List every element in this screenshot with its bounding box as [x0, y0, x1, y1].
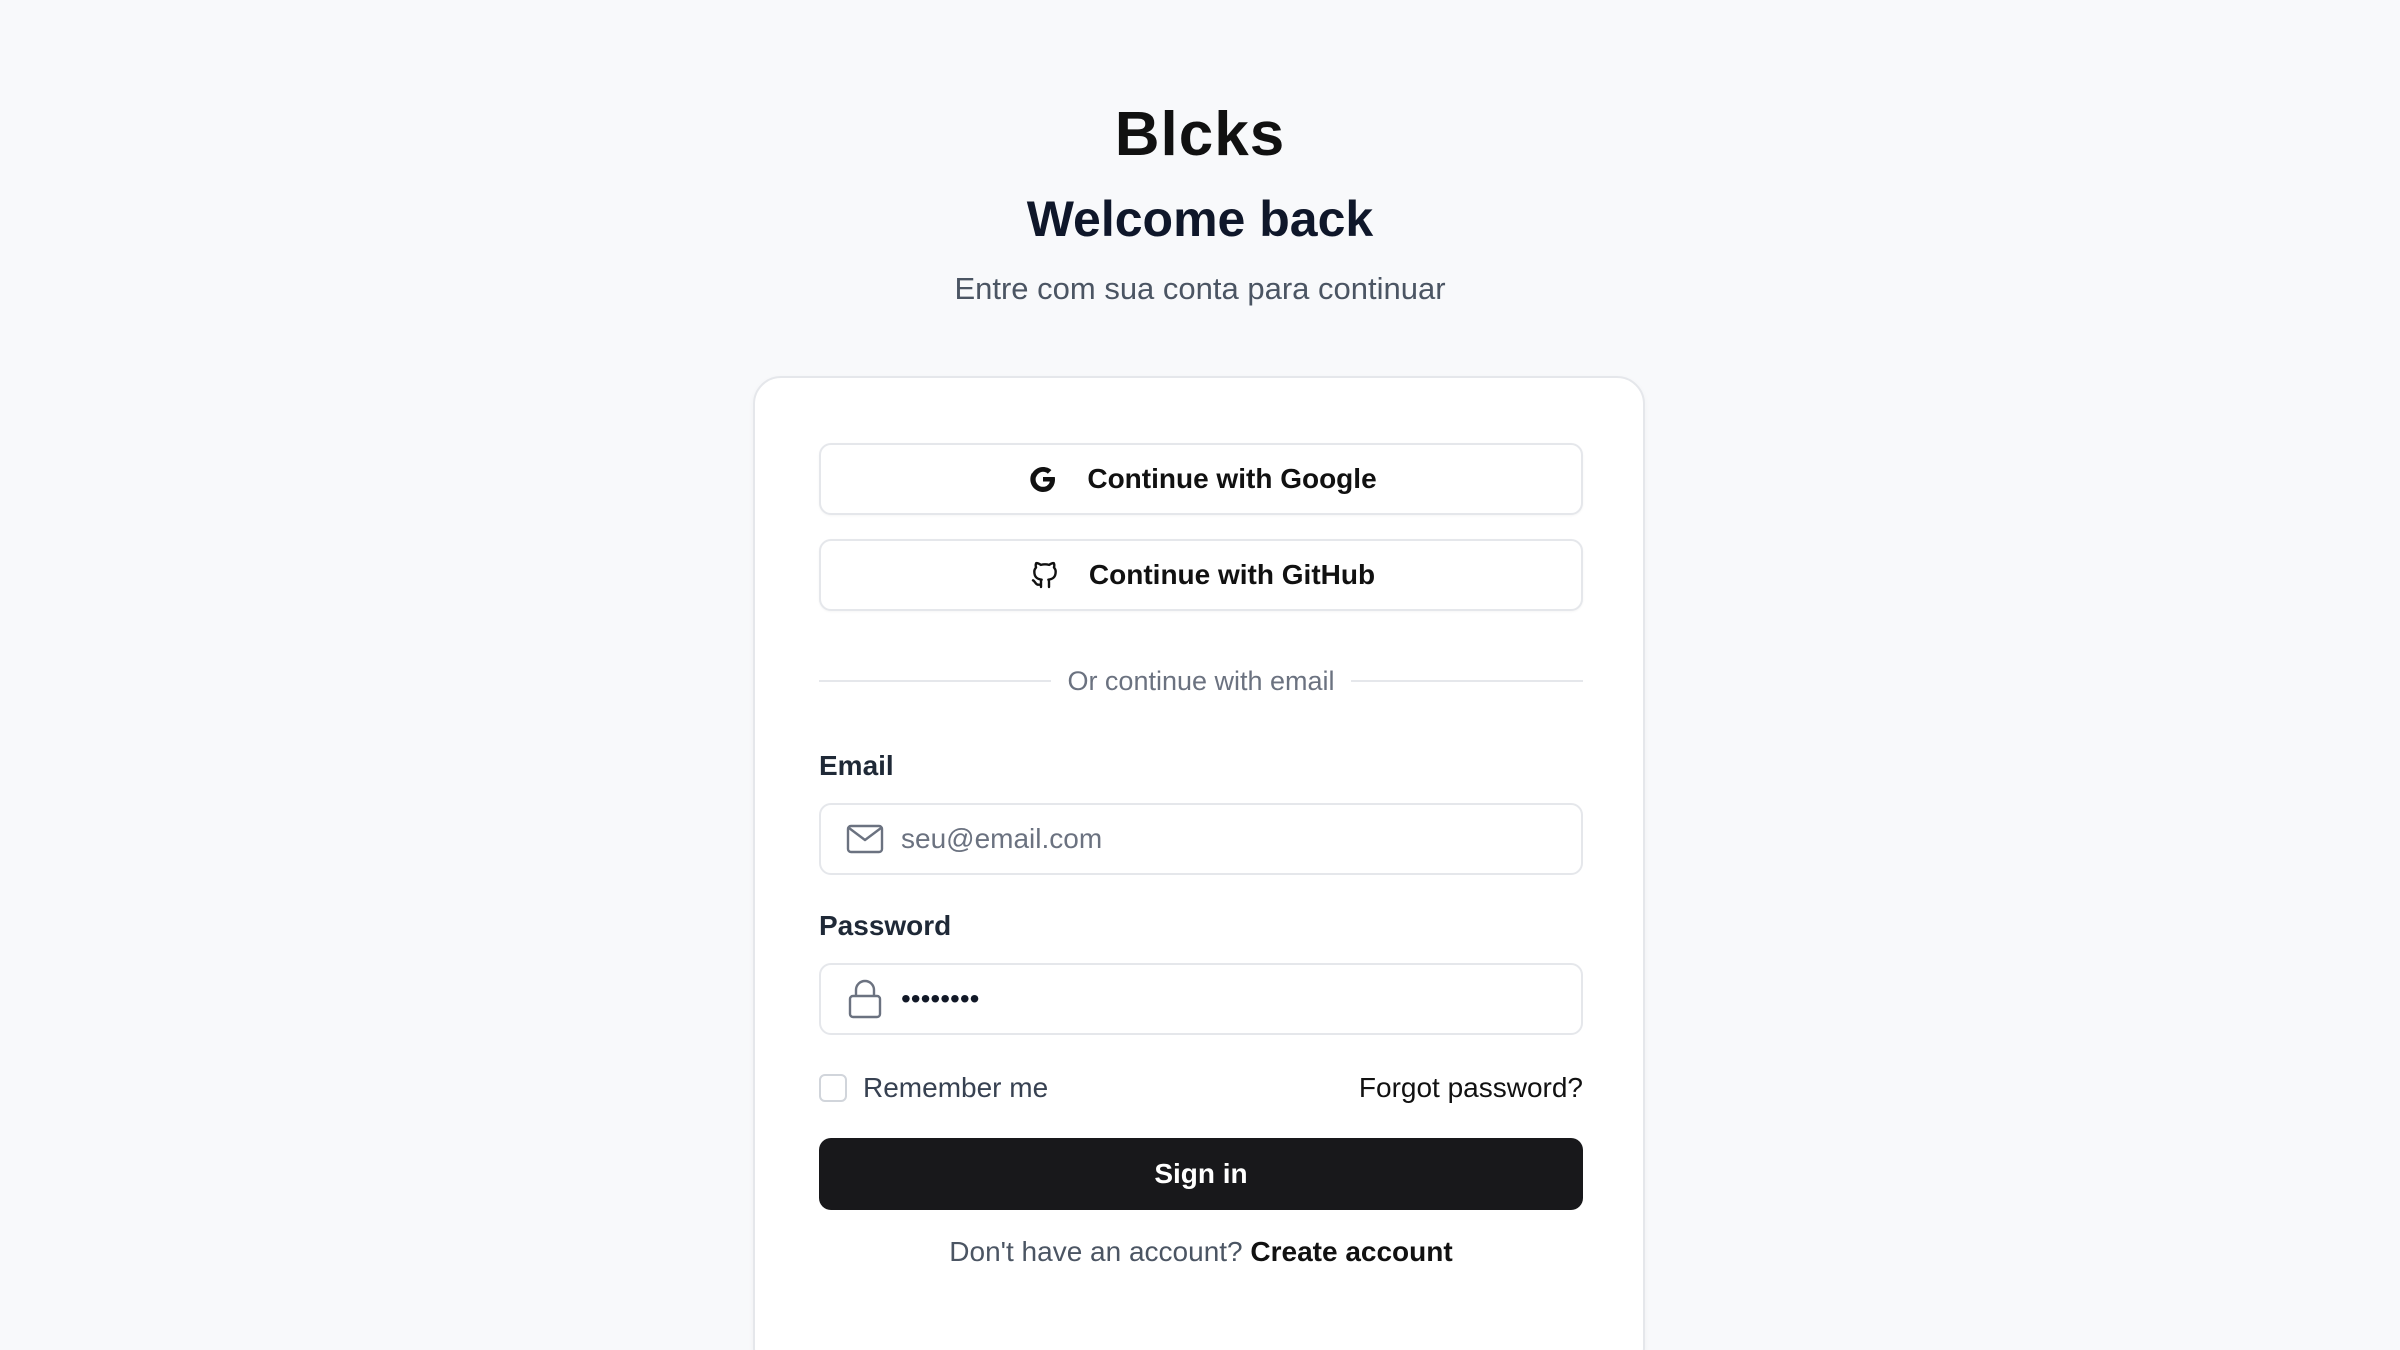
signup-prompt: Don't have an account? Create account — [819, 1236, 1583, 1268]
remember-checkbox[interactable] — [819, 1074, 847, 1102]
email-input[interactable] — [901, 823, 1561, 855]
divider: Or continue with email — [819, 661, 1583, 701]
email-label: Email — [819, 750, 894, 781]
login-page: Blcks Welcome back Entre com sua conta p… — [0, 0, 2400, 1350]
page-title: Welcome back — [1026, 191, 1374, 247]
brand-logo: Blcks — [1114, 100, 1286, 169]
github-icon — [1027, 557, 1063, 593]
divider-text: Or continue with email — [1067, 665, 1335, 696]
create-account-link[interactable]: Create account — [1250, 1236, 1452, 1267]
sign-in-button[interactable]: Sign in — [819, 1138, 1583, 1210]
page-subtitle: Entre com sua conta para continuar — [954, 271, 1446, 306]
password-input[interactable] — [901, 983, 1561, 1015]
remember-label: Remember me — [863, 1072, 1049, 1103]
lock-icon — [845, 979, 885, 1019]
google-button-label: Continue with Google — [1087, 463, 1377, 494]
divider-line-right — [1350, 680, 1583, 682]
login-card: Continue with Google Continue with GitHu… — [753, 376, 1645, 1350]
mail-icon — [845, 819, 885, 859]
password-label: Password — [819, 910, 952, 941]
google-signin-button[interactable]: Continue with Google — [819, 443, 1583, 515]
divider-line-left — [819, 680, 1052, 682]
github-signin-button[interactable]: Continue with GitHub — [819, 539, 1583, 611]
signup-prompt-text: Don't have an account? — [949, 1236, 1243, 1267]
email-field[interactable] — [819, 803, 1583, 875]
options-row: Remember me Forgot password? — [819, 1068, 1583, 1108]
remember-me[interactable]: Remember me — [819, 1072, 1048, 1104]
google-icon — [1025, 461, 1061, 497]
password-field[interactable] — [819, 963, 1583, 1035]
github-button-label: Continue with GitHub — [1088, 559, 1376, 590]
forgot-password-link[interactable]: Forgot password? — [1359, 1072, 1583, 1104]
